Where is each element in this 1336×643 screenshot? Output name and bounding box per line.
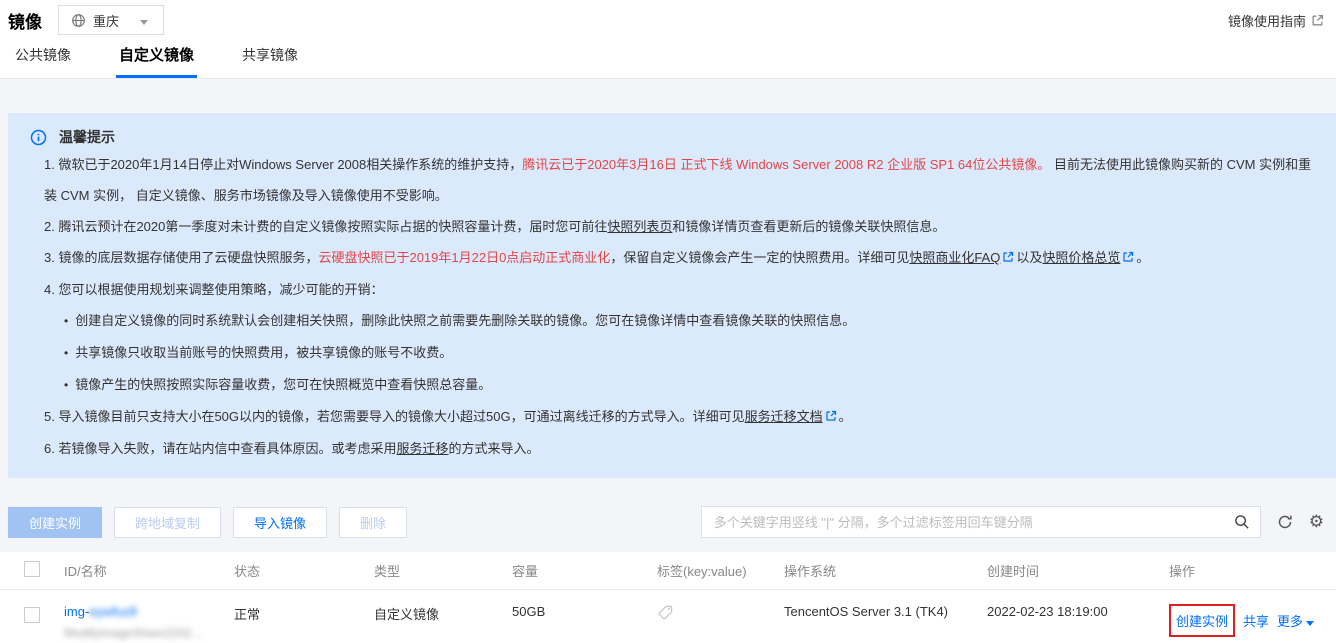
chevron-down-icon [1306,621,1315,626]
cross-region-copy-button[interactable]: 跨地域复制 [114,506,222,538]
content-area: 温馨提示 1. 微软已于2020年1月14日停止对Windows Server … [0,79,1336,643]
external-link-icon [1122,243,1134,274]
page-title: 镜像 [8,12,42,32]
create-instance-button[interactable]: 创建实例 [8,506,103,538]
notice-item-6: 6. 若镜像导入失败，请在站内信中查看具体原因。或考虑采用服务迁移的方式来导入。 [44,441,540,456]
image-id-masked: eywfuz8 [89,604,137,619]
delete-button[interactable]: 删除 [339,506,408,538]
external-link-icon [1311,14,1324,27]
row-created-at: 2022-02-23 18:19:00 [987,604,1108,619]
tab-bar: 公共镜像 自定义镜像 共享镜像 [0,40,1336,79]
col-header-status: 状态 [234,564,261,579]
snapshot-list-link[interactable]: 快照列表页 [607,219,672,234]
select-all-checkbox[interactable] [24,561,40,577]
row-capacity: 50GB [512,604,546,619]
notice-title: 温馨提示 [59,129,115,145]
notice-item-3: 3. 镜像的底层数据存储使用了云硬盘快照服务，云硬盘快照已于2019年1月22日… [30,242,1316,274]
external-link-icon [1002,243,1014,274]
create-instance-highlight-box: 创建实例 [1169,604,1236,637]
notice-item-1-warning: 腾讯云已于2020年3月16日 正式下线 Windows Server 2008… [522,157,1051,172]
notice-item-4-bullet-1: • 创建自定义镜像的同时系统默认会创建相关快照，删除此快照之前需要先删除关联的镜像… [64,313,856,328]
topbar: 镜像 重庆 镜像使用指南 [0,0,1336,40]
col-header-os: 操作系统 [784,564,837,579]
tab-shared-images[interactable]: 共享镜像 [239,37,301,78]
row-type: 自定义镜像 [374,607,440,622]
region-selector[interactable]: 重庆 [58,5,164,35]
external-link-icon [825,402,837,433]
notice-panel: 温馨提示 1. 微软已于2020年1月14日停止对Windows Server … [8,113,1336,478]
service-migration-link[interactable]: 服务迁移 [396,441,448,456]
tab-custom-images[interactable]: 自定义镜像 [116,36,198,78]
notice-item-4-bullet-3: • 镜像产生的快照按照实际容量收费，您可在快照概览中查看快照总容量。 [64,377,492,392]
chevron-down-icon [140,13,149,28]
col-header-capacity: 容量 [512,564,539,579]
image-name-masked: ModifyImageShare2202... [64,626,202,640]
table-header-row: ID/名称 状态 类型 容量 标签(key:value) 操作系统 创建时间 操… [0,552,1336,590]
notice-item-1: 1. 微软已于2020年1月14日停止对Windows Server 2008相… [44,157,1312,203]
notice-item-4-bullet-2: • 共享镜像只收取当前账号的快照费用，被共享镜像的账号不收费。 [64,345,453,360]
row-actions: 创建实例 共享 更多 [1169,604,1320,637]
notice-item-5: 5. 导入镜像目前只支持大小在50G以内的镜像，若您需要导入的镜像大小超过50G… [30,401,1316,433]
snapshot-faq-link[interactable]: 快照商业化FAQ [909,250,1000,265]
import-image-button[interactable]: 导入镜像 [233,506,328,538]
globe-icon [71,13,86,28]
service-migration-doc-link[interactable]: 服务迁移文档 [745,409,823,424]
toolbar: 创建实例 跨地域复制 导入镜像 删除 ⚙ [8,506,1324,538]
search-icon[interactable] [1234,514,1250,530]
image-id-link[interactable]: img-eywfuz8 [64,604,137,619]
row-status: 正常 [234,607,261,622]
image-table: ID/名称 状态 类型 容量 标签(key:value) 操作系统 创建时间 操… [0,552,1336,643]
col-header-type: 类型 [374,564,401,579]
usage-guide-link[interactable]: 镜像使用指南 [1228,11,1324,30]
col-header-created: 创建时间 [987,564,1040,579]
col-header-tags: 标签(key:value) [657,564,747,579]
col-header-id-name: ID/名称 [64,564,107,579]
notice-item-2: 2. 腾讯云预计在2020第一季度对未计费的自定义镜像按照实际占据的快照容量计费… [44,219,946,234]
row-create-instance-link[interactable]: 创建实例 [1176,614,1228,629]
usage-guide-label: 镜像使用指南 [1227,13,1306,29]
snapshot-pricing-link[interactable]: 快照价格总览 [1042,250,1120,265]
row-os: TencentOS Server 3.1 (TK4) [784,604,949,619]
tab-public-images[interactable]: 公共镜像 [12,37,74,78]
info-icon [30,129,47,146]
row-checkbox[interactable] [24,607,40,623]
notice-item-3-warning: 云硬盘快照已于2019年1月22日0点启动正式商业化 [318,250,611,265]
search-input[interactable] [713,514,1226,530]
region-label: 重庆 [93,13,120,29]
row-more-dropdown[interactable]: 更多 [1277,611,1315,630]
refresh-icon[interactable] [1277,514,1293,530]
col-header-actions: 操作 [1169,564,1196,579]
search-box [700,506,1261,538]
notice-item-4: 4. 您可以根据使用规划来调整使用策略，减少可能的开销： [44,282,384,297]
settings-gear-icon[interactable]: ⚙ [1309,513,1324,530]
tag-icon [657,604,784,624]
row-share-link[interactable]: 共享 [1243,611,1269,630]
table-row: img-eywfuz8 ModifyImageShare2202... 正常 自… [0,590,1336,643]
